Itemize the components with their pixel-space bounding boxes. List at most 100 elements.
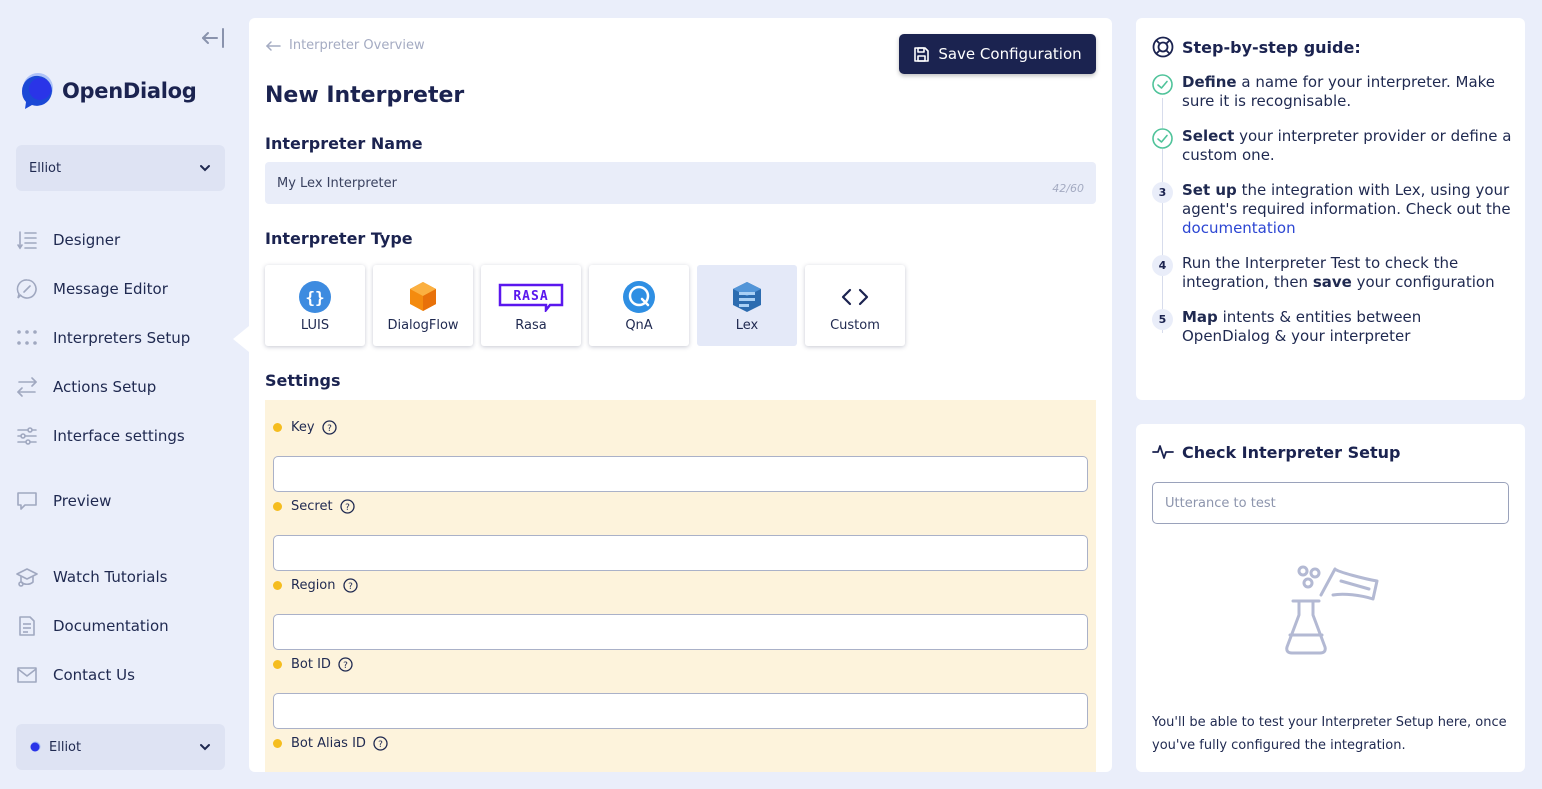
- provider-lex[interactable]: Lex: [697, 265, 797, 346]
- workspace-select[interactable]: Elliot: [16, 145, 225, 191]
- help-icon[interactable]: ?: [342, 577, 358, 593]
- interpreters-icon: [17, 330, 37, 345]
- interpreter-name-input[interactable]: [277, 175, 977, 191]
- setting-label: Bot Alias ID: [291, 735, 366, 751]
- breadcrumb[interactable]: Interpreter Overview: [265, 38, 425, 53]
- checker-title: Check Interpreter Setup: [1152, 441, 1400, 463]
- svg-text:{}: {}: [305, 288, 324, 307]
- step-number: 4: [1152, 255, 1173, 276]
- check-circle-icon: [1152, 128, 1173, 149]
- setting-secret: Secret ?: [273, 496, 1088, 571]
- sidebar-item-watch-tutorials[interactable]: Watch Tutorials: [16, 563, 167, 591]
- provider-options: {} LUIS DialogFlow RASA Rasa QnA Lex Cus…: [265, 265, 913, 346]
- provider-dialogflow[interactable]: DialogFlow: [373, 265, 473, 346]
- sidebar-item-label: Interface settings: [53, 427, 185, 445]
- required-indicator: [273, 738, 282, 748]
- page-title: New Interpreter: [265, 83, 465, 108]
- check-circle-icon: [1152, 74, 1173, 95]
- sidebar-item-label: Contact Us: [53, 666, 135, 684]
- save-icon: [914, 46, 930, 62]
- checker-hint: You'll be able to test your Interpreter …: [1152, 715, 1507, 753]
- region-input[interactable]: [273, 614, 1088, 650]
- sidebar-item-interface-settings[interactable]: Interface settings: [16, 422, 185, 450]
- provider-label: DialogFlow: [387, 318, 459, 333]
- guide-step: 3 Set up the integration with Lex, using…: [1152, 181, 1512, 238]
- guide-title-text: Step-by-step guide:: [1182, 37, 1361, 57]
- collapse-sidebar-icon[interactable]: [199, 26, 227, 50]
- arrow-left-icon: [265, 40, 281, 51]
- step-number: 3: [1152, 182, 1173, 203]
- dialogflow-icon: [406, 280, 440, 314]
- help-icon[interactable]: ?: [321, 419, 337, 435]
- message-editor-icon: [16, 279, 37, 299]
- utterance-input[interactable]: [1152, 482, 1509, 524]
- key-input[interactable]: [273, 456, 1088, 492]
- user-menu[interactable]: Elliot: [16, 724, 225, 770]
- sidebar-item-documentation[interactable]: Documentation: [16, 612, 169, 640]
- luis-icon: {}: [298, 280, 332, 314]
- qna-icon: [622, 280, 656, 314]
- step-text: intents & entities between OpenDialog & …: [1182, 308, 1422, 345]
- provider-custom[interactable]: Custom: [805, 265, 905, 346]
- chevron-down-icon: [200, 744, 210, 751]
- help-icon[interactable]: ?: [339, 498, 355, 514]
- sidebar-item-label: Message Editor: [53, 280, 168, 298]
- tutorials-icon: [16, 568, 38, 587]
- step-keyword: Define: [1182, 73, 1237, 91]
- app-logo[interactable]: OpenDialog: [16, 70, 197, 112]
- sidebar-item-label: Interpreters Setup: [53, 329, 191, 347]
- save-configuration-button[interactable]: Save Configuration: [899, 34, 1096, 74]
- documentation-link[interactable]: documentation: [1182, 219, 1296, 237]
- user-avatar-icon: [30, 741, 41, 752]
- step-keyword: Map: [1182, 308, 1218, 326]
- provider-luis[interactable]: {} LUIS: [265, 265, 365, 346]
- sidebar-item-interpreters-setup[interactable]: Interpreters Setup: [16, 324, 190, 352]
- required-indicator: [273, 659, 282, 669]
- provider-qna[interactable]: QnA: [589, 265, 689, 346]
- step-by-step-guide: Step-by-step guide: Define a name for yo…: [1136, 18, 1525, 400]
- sidebar: OpenDialog Elliot Designer Message Edito…: [0, 0, 240, 789]
- svg-text:?: ?: [348, 582, 353, 592]
- guide-step: 5 Map intents & entities between OpenDia…: [1152, 308, 1512, 346]
- chevron-down-icon: [200, 165, 210, 172]
- help-icon[interactable]: ?: [338, 656, 353, 672]
- secret-input[interactable]: [273, 535, 1088, 571]
- interpreter-form: Interpreter Overview Save Configuration …: [249, 18, 1112, 772]
- sidebar-item-actions-setup[interactable]: Actions Setup: [16, 373, 156, 401]
- sidebar-item-designer[interactable]: Designer: [16, 226, 120, 254]
- step-keyword: Set up: [1182, 181, 1237, 199]
- opendialog-logo-icon: [21, 73, 53, 109]
- guide-step: 4 Run the Interpreter Test to check the …: [1152, 254, 1512, 292]
- interpreter-name-heading: Interpreter Name: [265, 134, 423, 153]
- setting-label: Secret: [291, 498, 333, 514]
- help-icon[interactable]: ?: [373, 735, 388, 751]
- workspace-name: Elliot: [29, 160, 62, 176]
- sidebar-item-preview[interactable]: Preview: [16, 487, 111, 515]
- provider-label: LUIS: [300, 318, 330, 333]
- sidebar-item-contact-us[interactable]: Contact Us: [16, 661, 135, 689]
- required-indicator: [273, 501, 282, 511]
- settings-heading: Settings: [265, 371, 341, 390]
- svg-text:?: ?: [327, 424, 332, 434]
- setting-label: Key: [291, 419, 315, 435]
- setting-region: Region ?: [273, 575, 1088, 650]
- interpreter-type-heading: Interpreter Type: [265, 229, 413, 248]
- code-icon: [838, 280, 872, 314]
- interpreter-name-field[interactable]: 42/60: [265, 162, 1096, 204]
- provider-label: QnA: [625, 318, 653, 333]
- save-button-label: Save Configuration: [938, 45, 1082, 63]
- provider-label: Custom: [830, 318, 880, 333]
- flask-illustration-icon: [1285, 565, 1379, 655]
- settings-panel: Key ? Secret ? Region ? Bot ID ? Bot Ali…: [265, 400, 1096, 772]
- sidebar-item-label: Watch Tutorials: [53, 568, 168, 586]
- mail-icon: [17, 667, 37, 683]
- setting-label: Region: [291, 577, 336, 593]
- bot-id-input[interactable]: [273, 693, 1088, 729]
- sidebar-item-message-editor[interactable]: Message Editor: [16, 275, 168, 303]
- sidebar-item-label: Documentation: [53, 617, 169, 635]
- provider-rasa[interactable]: RASA Rasa: [481, 265, 581, 346]
- checker-title-text: Check Interpreter Setup: [1182, 442, 1401, 462]
- character-counter: 42/60: [1052, 181, 1084, 195]
- check-interpreter-setup: Check Interpreter Setup You'll be able t…: [1136, 424, 1525, 772]
- actions-icon: [17, 377, 37, 397]
